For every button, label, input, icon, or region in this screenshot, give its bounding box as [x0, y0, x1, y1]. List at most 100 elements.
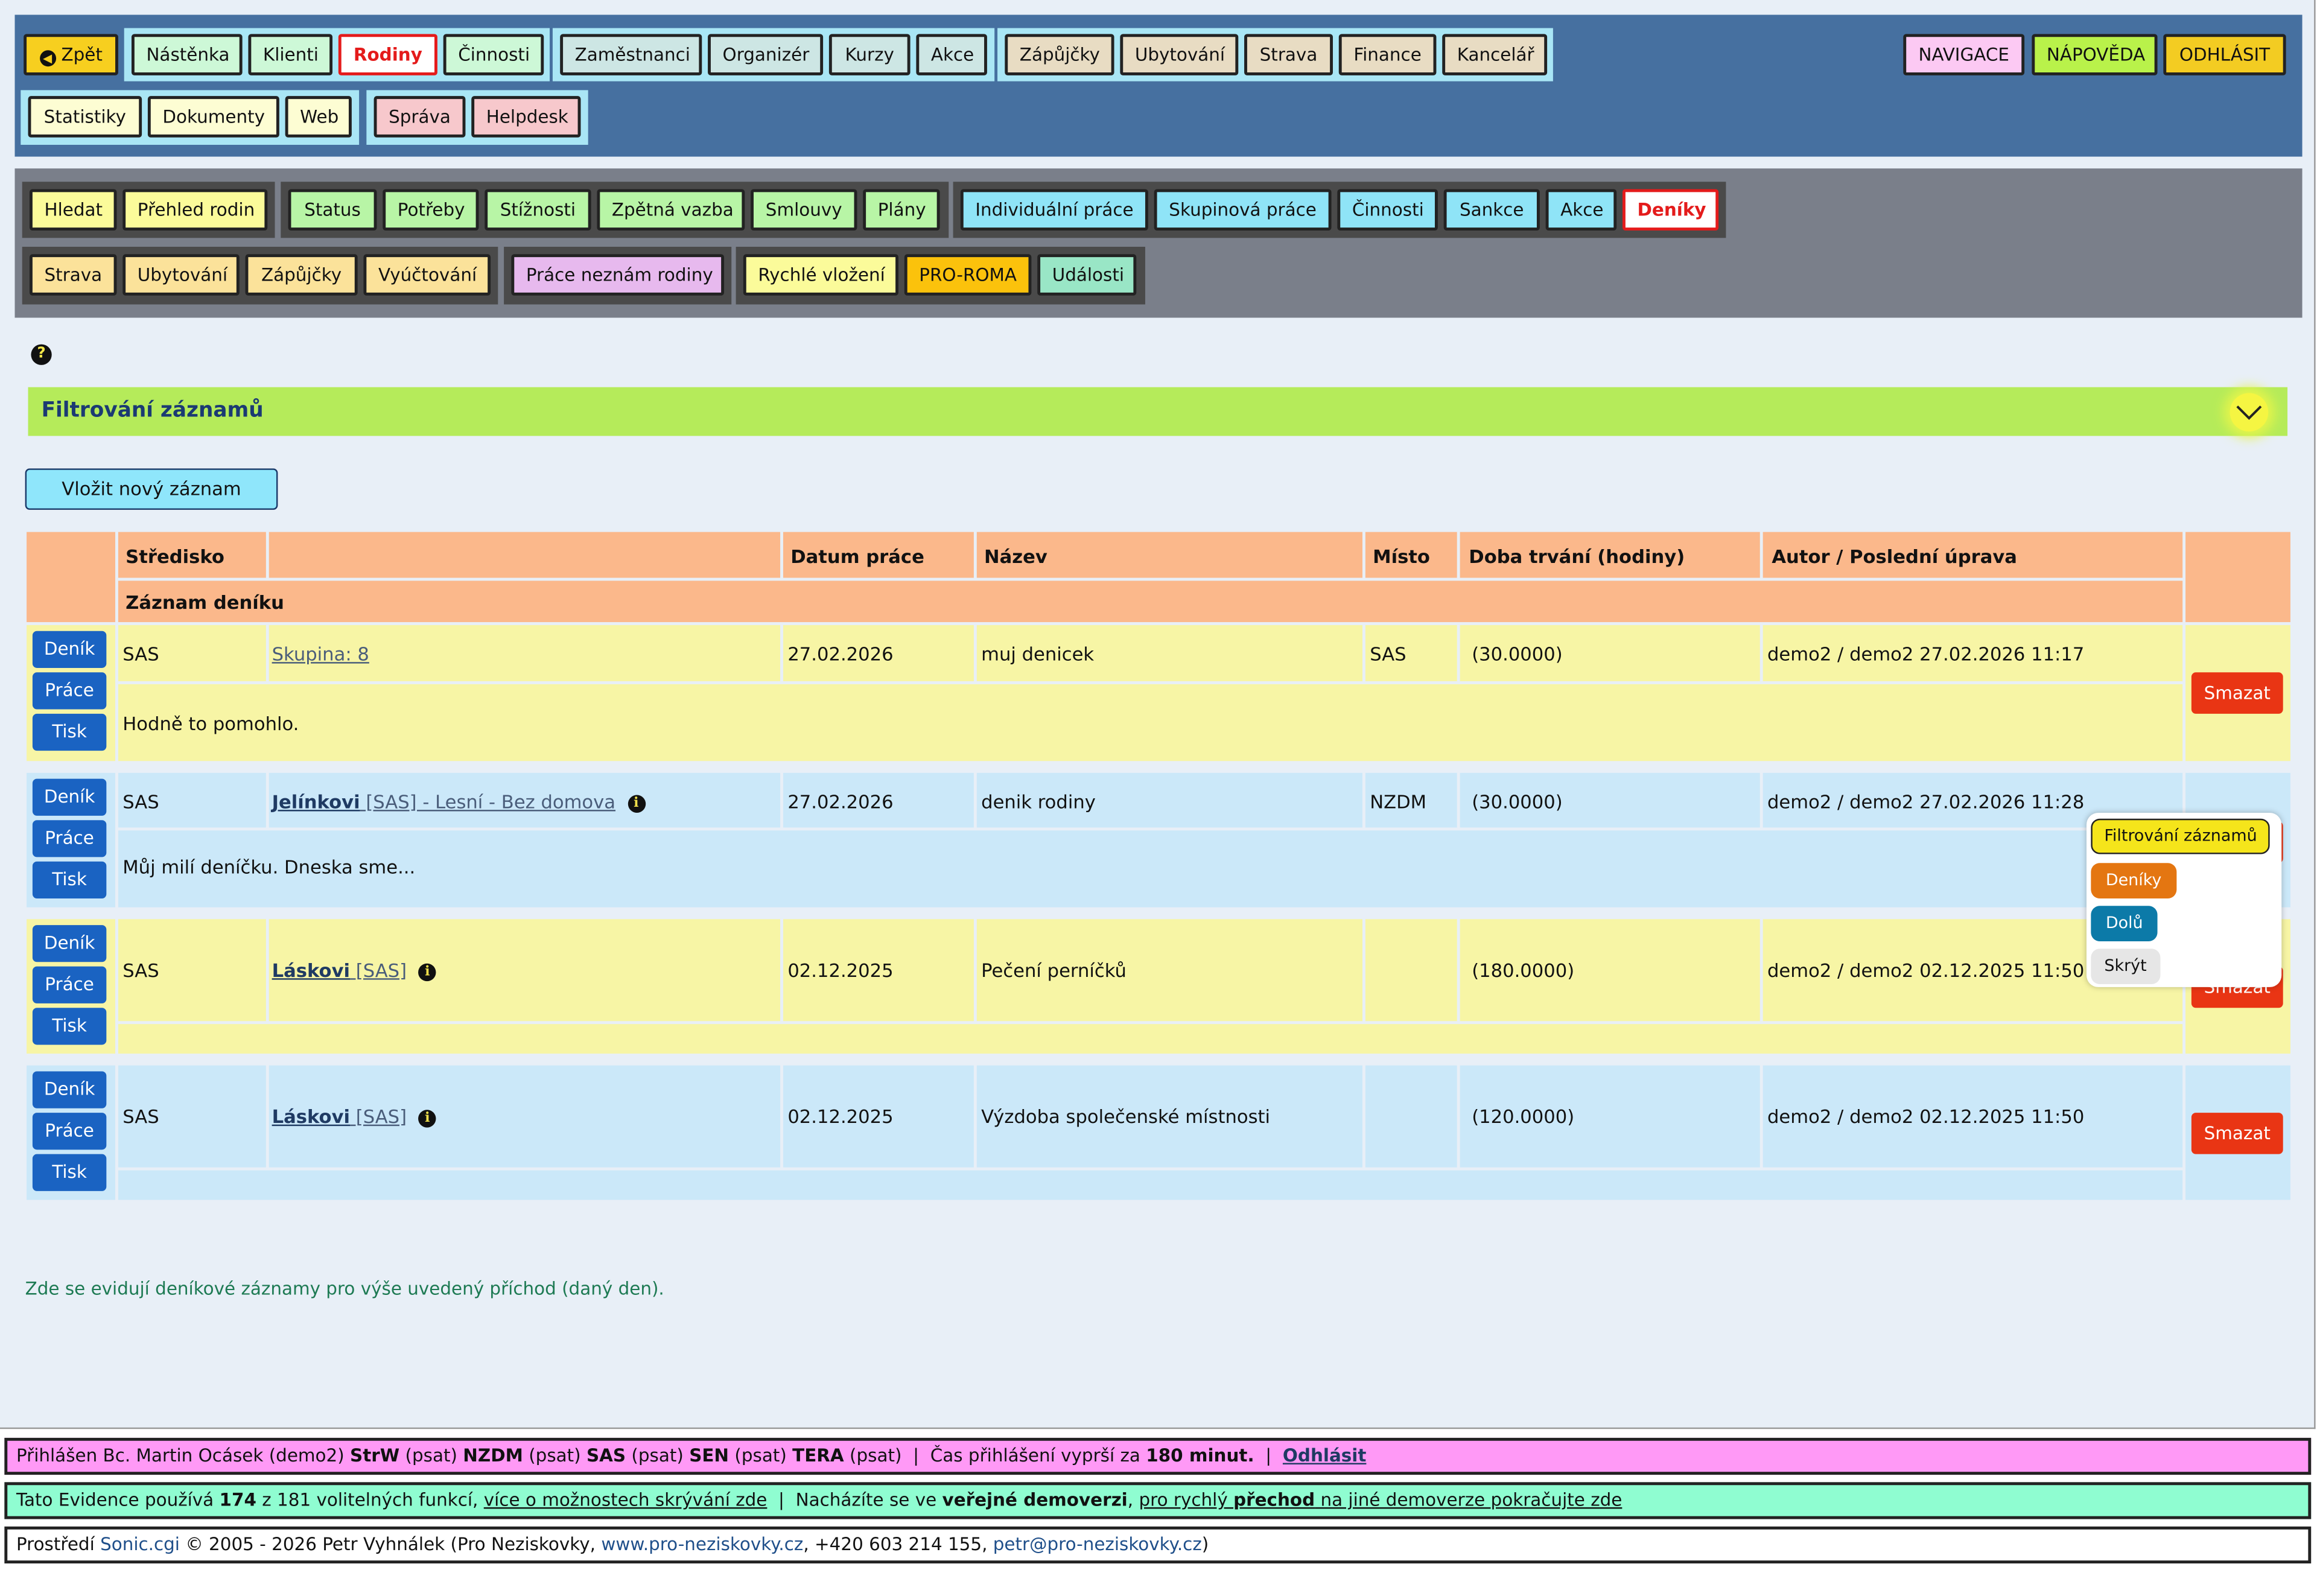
- features-used: 174: [219, 1489, 256, 1510]
- navigace-button[interactable]: NAVIGACE: [1903, 34, 2025, 75]
- insert-record-button[interactable]: Vložit nový záznam: [25, 468, 278, 510]
- doba-value: (180.0000): [1472, 959, 1575, 982]
- autor-value: demo2 / demo2 27.02.2026 11:17: [1767, 643, 2085, 666]
- family-link[interactable]: Láskovi [SAS] i: [272, 1105, 437, 1128]
- family-subnavigation: Hledat Přehled rodin Status Potřeby Stíž…: [14, 168, 2303, 318]
- login-status-bar: Přihlášen Bc. Martin Ocásek (demo2) StrW…: [4, 1437, 2312, 1475]
- prace-button[interactable]: Práce: [32, 966, 107, 1003]
- subnav-zpetna-vazba[interactable]: Zpětná vazba: [597, 189, 745, 231]
- back-button[interactable]: ◀ Zpět: [24, 34, 118, 75]
- odhlasit-button[interactable]: ODHLÁSIT: [2163, 34, 2286, 75]
- datum-value: 27.02.2026: [787, 643, 894, 666]
- nav-ubytovani[interactable]: Ubytování: [1120, 34, 1239, 75]
- denik-button[interactable]: Deník: [32, 925, 107, 962]
- row-actions-cell: Deník Práce Tisk: [27, 1065, 116, 1200]
- info-icon[interactable]: i: [418, 1108, 437, 1127]
- nav-rodiny[interactable]: Rodiny: [338, 34, 437, 75]
- subnav-akce[interactable]: Akce: [1545, 189, 1617, 231]
- email-link[interactable]: petr@pro-neziskovky.cz: [993, 1534, 1202, 1554]
- nav-nastenka[interactable]: Nástěnka: [131, 34, 243, 75]
- nav-finance[interactable]: Finance: [1338, 34, 1437, 75]
- demo-text: | Nacházíte se ve: [767, 1489, 942, 1510]
- tisk-button[interactable]: Tisk: [32, 713, 107, 751]
- denik-button[interactable]: Deník: [32, 631, 107, 668]
- footer-logout-link[interactable]: Odhlásit: [1283, 1445, 1366, 1466]
- nav-dokumenty[interactable]: Dokumenty: [147, 96, 279, 138]
- popup-dolu-button[interactable]: Dolů: [2091, 906, 2158, 942]
- nazev-value: muj denicek: [981, 643, 1095, 666]
- subnav-vyuctovani[interactable]: Vyúčtování: [363, 254, 491, 296]
- website-link[interactable]: www.pro-neziskovky.cz: [601, 1534, 803, 1554]
- popup-filter-button[interactable]: Filtrování záznamů: [2091, 818, 2271, 854]
- delete-button[interactable]: Smazat: [2191, 672, 2283, 714]
- header-autor: Autor / Poslední úprava: [1772, 545, 2017, 568]
- family-link[interactable]: Láskovi [SAS] i: [272, 959, 437, 981]
- prace-button[interactable]: Práce: [32, 1113, 107, 1150]
- nav-organizer[interactable]: Organizér: [708, 34, 824, 75]
- subnav-individualni-prace[interactable]: Individuální práce: [960, 189, 1148, 231]
- help-icon[interactable]: ?: [31, 344, 52, 365]
- subnav-pro-roma[interactable]: PRO-ROMA: [904, 254, 1032, 296]
- subnav-plany[interactable]: Plány: [863, 189, 940, 231]
- subnav-hledat[interactable]: Hledat: [29, 189, 117, 231]
- denik-button[interactable]: Deník: [32, 1071, 107, 1108]
- nav-statistiky[interactable]: Statistiky: [28, 96, 142, 138]
- nav-kancelar[interactable]: Kancelář: [1442, 34, 1548, 75]
- tisk-button[interactable]: Tisk: [32, 1154, 107, 1191]
- subnav-udalosti[interactable]: Události: [1037, 254, 1137, 296]
- nav-zamestnanci[interactable]: Zaměstnanci: [560, 34, 702, 75]
- copyright-bar: Prostředí Sonic.cgi © 2005 - 2026 Petr V…: [4, 1526, 2312, 1564]
- nav-akce[interactable]: Akce: [916, 34, 987, 75]
- autor-value: demo2 / demo2 02.12.2025 11:50: [1767, 959, 2085, 982]
- nav-web[interactable]: Web: [285, 96, 352, 138]
- subnav-zapujcky[interactable]: Zápůjčky: [245, 254, 358, 296]
- header-cell: Autor / Poslední úprava: [1762, 532, 2183, 578]
- nav-kurzy[interactable]: Kurzy: [828, 34, 911, 75]
- subnav-smlouvy[interactable]: Smlouvy: [751, 189, 857, 231]
- subnav-status[interactable]: Status: [288, 189, 377, 231]
- info-icon[interactable]: i: [418, 962, 437, 981]
- subnav-potreby[interactable]: Potřeby: [383, 189, 479, 231]
- subnav-deniky[interactable]: Deníky: [1623, 189, 1719, 231]
- hiding-info-link[interactable]: více o možnostech skrývání zde: [484, 1490, 768, 1510]
- subnav-strava[interactable]: Strava: [29, 254, 117, 296]
- cell-misto: SAS: [1365, 625, 1457, 681]
- nav-strava[interactable]: Strava: [1244, 34, 1333, 75]
- subnav-sankce[interactable]: Sankce: [1443, 189, 1540, 231]
- subnav-rychle-vlozeni[interactable]: Rychlé vložení: [743, 254, 898, 296]
- popup-deniky-button[interactable]: Deníky: [2091, 863, 2176, 898]
- zaznam-text: Můj milí deníčku. Dneska sme...: [122, 855, 416, 878]
- delete-button[interactable]: Smazat: [2191, 1113, 2283, 1154]
- subnav-cinnosti[interactable]: Činnosti: [1337, 189, 1438, 231]
- nav-sprava[interactable]: Správa: [373, 96, 466, 138]
- sonic-link[interactable]: Sonic.cgi: [100, 1534, 180, 1554]
- subnav-ubytovani[interactable]: Ubytování: [122, 254, 240, 296]
- tisk-button[interactable]: Tisk: [32, 1008, 107, 1045]
- family-link[interactable]: Jelínkovi [SAS] - Lesní - Bez domova i: [272, 790, 646, 813]
- group-link[interactable]: Skupina: 8: [272, 643, 369, 665]
- nav-helpdesk[interactable]: Helpdesk: [471, 96, 581, 138]
- subnav-prehled-rodin[interactable]: Přehled rodin: [122, 189, 268, 231]
- nav-group-people: Nástěnka Klienti Rodiny Činnosti: [124, 28, 550, 81]
- subnav-skupinova-prace[interactable]: Skupinová práce: [1154, 189, 1332, 231]
- prace-button[interactable]: Práce: [32, 672, 107, 710]
- role-code: SAS: [586, 1445, 626, 1466]
- chevron-down-icon[interactable]: [2230, 393, 2269, 432]
- cell-stredisko: SAS: [118, 919, 266, 1022]
- info-icon[interactable]: i: [627, 794, 646, 812]
- subnav-group-status: Status Potřeby Stížnosti Zpětná vazba Sm…: [281, 182, 949, 238]
- nav-zapujcky[interactable]: Zápůjčky: [1005, 34, 1114, 75]
- prace-button[interactable]: Práce: [32, 820, 107, 857]
- tisk-button[interactable]: Tisk: [32, 861, 107, 898]
- copyright-text: ): [1201, 1534, 1209, 1555]
- napoveda-button[interactable]: NÁPOVĚDA: [2032, 34, 2158, 75]
- filter-bar[interactable]: Filtrování záznamů: [28, 387, 2288, 436]
- subnav-prace-neznam-rodiny[interactable]: Práce neznám rodiny: [511, 254, 725, 296]
- denik-button[interactable]: Deník: [32, 778, 107, 816]
- demo-switch-link[interactable]: pro rychlý přechod na jiné demoverze pok…: [1139, 1490, 1622, 1510]
- popup-skryt-button[interactable]: Skrýt: [2091, 949, 2160, 985]
- subnav-stiznosti[interactable]: Stížnosti: [485, 189, 591, 231]
- nav-klienti[interactable]: Klienti: [248, 34, 333, 75]
- cell-misto: [1365, 1065, 1457, 1168]
- nav-cinnosti[interactable]: Činnosti: [443, 34, 544, 75]
